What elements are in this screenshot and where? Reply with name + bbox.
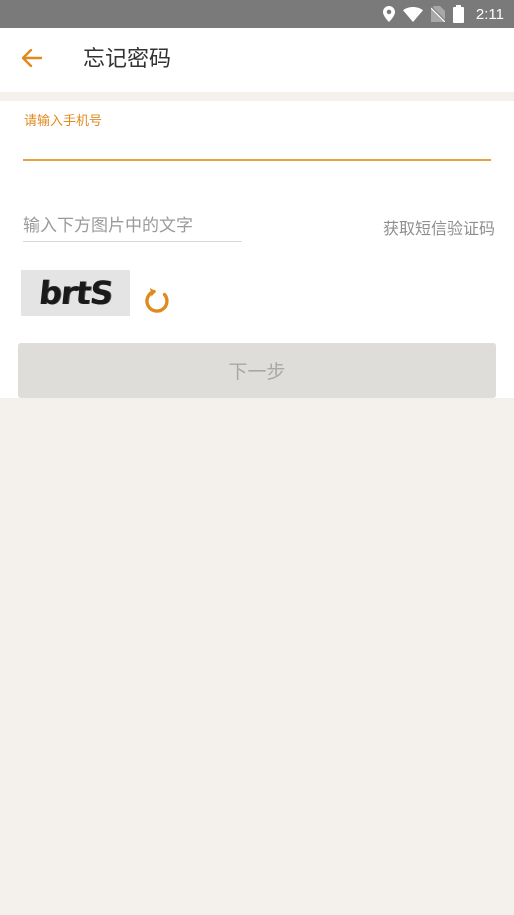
captcha-input[interactable] xyxy=(23,210,242,242)
form-card: 请输入手机号 获取短信验证码 brtS 下一步 xyxy=(0,101,514,398)
refresh-icon[interactable] xyxy=(142,286,172,316)
header-divider xyxy=(0,92,514,101)
captcha-image-text: brtS xyxy=(36,274,115,312)
next-step-button[interactable]: 下一步 xyxy=(18,343,496,398)
app-bar: 忘记密码 xyxy=(0,28,514,92)
status-bar: 2:11 xyxy=(0,0,514,28)
captcha-image[interactable]: brtS xyxy=(21,270,130,316)
status-time: 2:11 xyxy=(475,5,504,23)
no-sim-icon xyxy=(430,6,445,22)
phone-label: 请输入手机号 xyxy=(24,114,103,129)
arrow-left-icon xyxy=(21,48,43,71)
wifi-icon xyxy=(402,6,423,22)
get-sms-code-link[interactable]: 获取短信验证码 xyxy=(383,215,495,239)
location-icon xyxy=(382,6,395,22)
back-button[interactable] xyxy=(14,44,50,76)
page-title: 忘记密码 xyxy=(83,47,172,72)
battery-icon xyxy=(452,5,464,23)
phone-input[interactable] xyxy=(23,131,491,161)
